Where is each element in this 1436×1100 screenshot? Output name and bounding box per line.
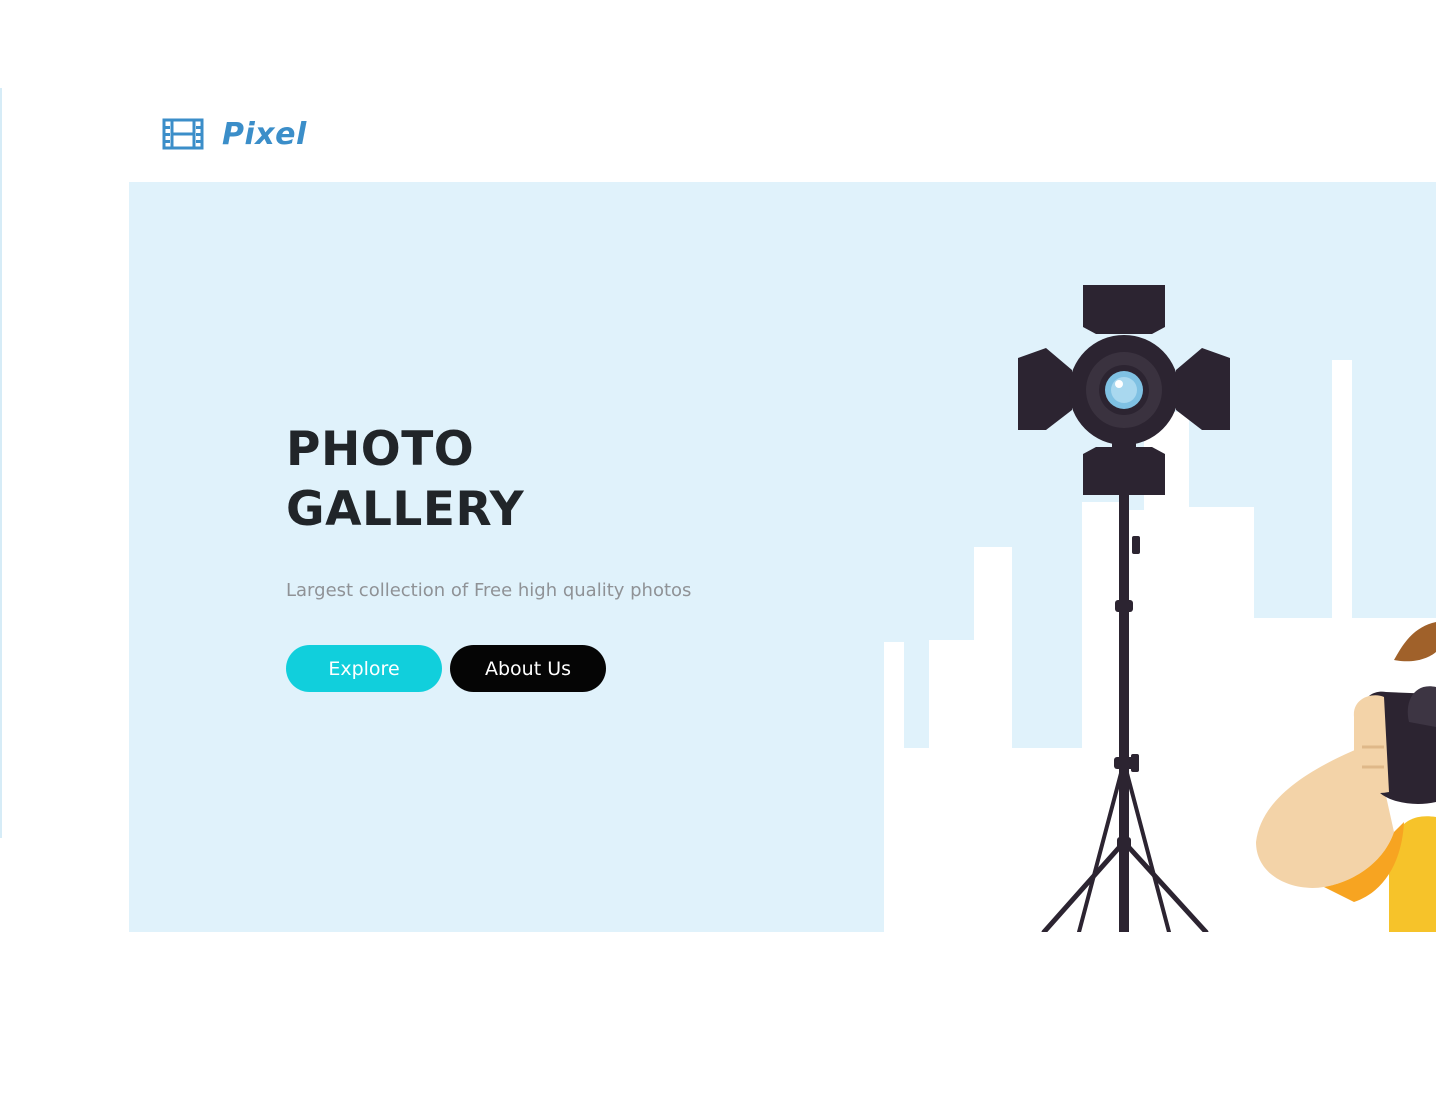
left-edge-line (0, 88, 2, 838)
studio-light (1018, 285, 1230, 495)
hero-title: PHOTO GALLERY (286, 420, 691, 540)
brand-name[interactable]: Pixel (222, 117, 307, 152)
navbar: Pixel (162, 110, 307, 158)
explore-button[interactable]: Explore (286, 645, 442, 692)
hero-section: PHOTO GALLERY Largest collection of Free… (129, 182, 1436, 932)
hero-title-line-1: PHOTO (286, 422, 475, 477)
film-icon[interactable] (162, 117, 204, 151)
hero-text: PHOTO GALLERY Largest collection of Free… (286, 420, 691, 692)
photographer-illustration (884, 285, 1436, 932)
hero-buttons: Explore About Us (286, 645, 691, 692)
about-us-button[interactable]: About Us (450, 645, 606, 692)
hero-title-line-2: GALLERY (286, 482, 525, 537)
hero-subtitle: Largest collection of Free high quality … (286, 580, 692, 601)
page: Pixel PHOTO GALLERY Largest collection o… (0, 0, 1436, 1100)
